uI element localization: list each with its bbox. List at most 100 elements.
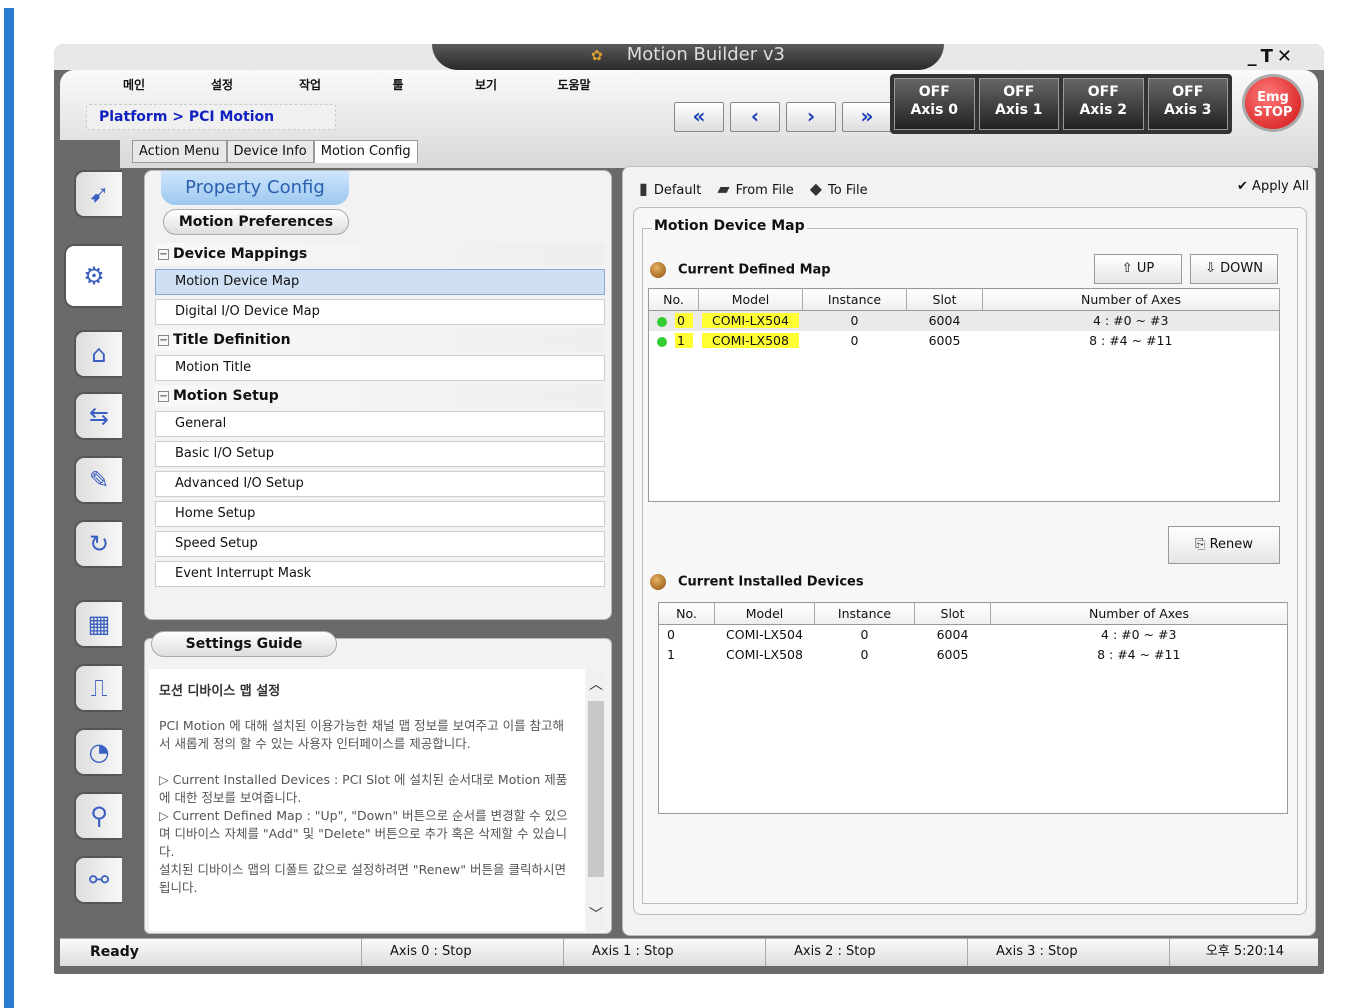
item-digital-io-device-map[interactable]: Digital I/O Device Map (155, 299, 605, 325)
network-tool-icon[interactable]: ⚯ (74, 856, 122, 904)
scroll-up-icon[interactable]: ︿ (587, 675, 605, 695)
column-header[interactable]: Instance (814, 602, 915, 626)
axis-1-button[interactable]: OFF Axis 1 (978, 78, 1059, 130)
tab-motion-config[interactable]: Motion Config (313, 140, 418, 163)
column-header[interactable]: Model (714, 602, 815, 626)
column-header[interactable]: No. (648, 288, 699, 312)
status-ready: Ready (60, 939, 362, 966)
menu-view[interactable]: 보기 (442, 76, 530, 93)
tab-device-info[interactable]: Device Info (226, 140, 314, 163)
item-basic-io-setup[interactable]: Basic I/O Setup (155, 441, 605, 467)
folder-icon: ▰ (717, 179, 730, 198)
group-device-mappings[interactable]: − Device Mappings (155, 243, 605, 265)
next-button[interactable]: › (786, 102, 836, 132)
disk-icon: ◆ (809, 179, 823, 198)
column-header[interactable]: Instance (802, 288, 907, 312)
axis-2-button[interactable]: OFF Axis 2 (1063, 78, 1144, 130)
device-map-title: Motion Device Map (652, 218, 807, 234)
guide-scrollbar[interactable]: ︿ ﹀ (587, 671, 605, 929)
axis-0-button[interactable]: OFF Axis 0 (894, 78, 975, 130)
window-controls[interactable]: _T✕ (1248, 46, 1296, 67)
app-logo-icon: ✿ (591, 48, 603, 64)
column-header[interactable]: No. (658, 602, 715, 626)
emergency-stop-button[interactable]: Emg STOP (1242, 74, 1304, 132)
panel-toolbar: ▮ Default ▰ From File ◆ To File (639, 179, 868, 198)
item-advanced-io-setup[interactable]: Advanced I/O Setup (155, 471, 605, 497)
apply-all-button[interactable]: ✔ Apply All (1237, 179, 1309, 194)
search-tool-icon[interactable]: ⚲ (74, 792, 122, 840)
property-tree: − Device Mappings Motion Device Map Digit… (155, 243, 605, 591)
pulse-tool-icon[interactable]: ⎍ (74, 664, 122, 712)
defined-map-table: No. Model Instance Slot Number of Axes 0… (648, 288, 1280, 502)
item-motion-title[interactable]: Motion Title (155, 355, 605, 381)
property-panel: Property Config Motion Preferences − Devi… (144, 170, 612, 620)
item-general[interactable]: General (155, 411, 605, 437)
menu-tools[interactable]: 툴 (354, 76, 442, 93)
cursor-tool-icon[interactable]: ➹ (74, 170, 122, 218)
status-clock: 오후 5:20:14 (1205, 944, 1284, 959)
home-tool-icon[interactable]: ⌂ (74, 330, 122, 378)
collapse-icon[interactable]: − (158, 248, 169, 260)
item-motion-device-map[interactable]: Motion Device Map (155, 269, 605, 295)
device-map-panel: ▮ Default ▰ From File ◆ To File ✔ Apply All… (622, 166, 1316, 936)
axis-3-button[interactable]: OFF Axis 3 (1147, 78, 1228, 130)
edit-tool-icon[interactable]: ✎ (74, 456, 122, 504)
axis-status-panel: OFF Axis 0 OFF Axis 1 OFF Axis 2 OFF Axis 3 (890, 74, 1232, 134)
column-header[interactable]: Number of Axes (990, 602, 1288, 626)
rotate-tool-icon[interactable]: ↻ (74, 520, 122, 568)
bullet-icon (650, 574, 666, 590)
speed-tool-icon[interactable]: ◔ (74, 728, 122, 776)
collapse-icon[interactable]: − (158, 334, 169, 346)
column-header[interactable]: Number of Axes (982, 288, 1280, 312)
collapse-icon[interactable]: − (158, 390, 169, 402)
title-bar: ✿ Motion Builder v3 (432, 44, 944, 70)
status-dot-icon (657, 336, 667, 347)
column-header[interactable]: Slot (914, 602, 991, 626)
column-header[interactable]: Slot (906, 288, 983, 312)
from-file-button[interactable]: ▰ From File (717, 179, 793, 198)
menu-help[interactable]: 도움말 (530, 76, 618, 93)
scroll-down-icon[interactable]: ﹀ (587, 905, 605, 925)
tab-action-menu[interactable]: Action Menu (132, 140, 227, 163)
scroll-thumb[interactable] (588, 701, 604, 877)
prev-button[interactable]: ‹ (730, 102, 780, 132)
installed-devices-table: No. Model Instance Slot Number of Axes 0… (658, 602, 1288, 814)
guide-paragraph: 설치된 디바이스 맵의 디폴트 값으로 설정하려면 "Renew" 버튼을 클릭… (159, 862, 566, 895)
menu-settings[interactable]: 설정 (178, 76, 266, 93)
menu-work[interactable]: 작업 (266, 76, 354, 93)
settings-guide-title: Settings Guide (151, 631, 337, 657)
table-row[interactable]: 0 COMI-LX504 0 6004 4 : #0 ~ #3 (659, 625, 1288, 645)
status-axis-3: Axis 3 : Stop (968, 939, 1170, 966)
book-icon: ▮ (639, 179, 648, 198)
guide-paragraph: PCI Motion 에 대해 설치된 이용가능한 채널 맵 정보를 보여주고 … (159, 718, 565, 751)
down-button[interactable]: ⇩ DOWN (1190, 254, 1278, 284)
desktop-edge (4, 8, 14, 1008)
table-row[interactable]: 0 COMI-LX504 0 6004 4 : #0 ~ #3 (648, 310, 1280, 331)
table-row[interactable]: 1 COMI-LX508 0 6005 8 : #4 ~ #11 (659, 645, 1288, 665)
item-speed-setup[interactable]: Speed Setup (155, 531, 605, 557)
jog-tool-icon[interactable]: ⇆ (74, 392, 122, 440)
renew-icon: ⎘ (1195, 537, 1206, 552)
property-config-header: Property Config (161, 171, 349, 205)
table-row[interactable]: 1 COMI-LX508 0 6005 8 : #4 ~ #11 (649, 331, 1280, 351)
nav-buttons: « ‹ › » (674, 102, 892, 132)
column-header[interactable]: Model (698, 288, 803, 312)
to-file-button[interactable]: ◆ To File (810, 179, 868, 198)
first-button[interactable]: « (674, 102, 724, 132)
wrench-icon: ✔ (1237, 179, 1248, 194)
window-title: Motion Builder v3 (626, 44, 785, 65)
item-home-setup[interactable]: Home Setup (155, 501, 605, 527)
config-tool-icon[interactable]: ⚙ (64, 244, 122, 308)
default-button[interactable]: ▮ Default (639, 179, 701, 198)
menu-bar: 메인 설정 작업 툴 보기 도움말 (90, 76, 618, 93)
io-tool-icon[interactable]: ▦ (74, 600, 122, 648)
status-axis-2: Axis 2 : Stop (766, 939, 968, 966)
up-button[interactable]: ⇧ UP (1094, 254, 1182, 284)
group-title-definition[interactable]: − Title Definition (155, 329, 605, 351)
group-motion-setup[interactable]: − Motion Setup (155, 385, 605, 407)
bullet-icon (650, 262, 666, 278)
menu-main[interactable]: 메인 (90, 76, 178, 93)
item-event-interrupt-mask[interactable]: Event Interrupt Mask (155, 561, 605, 587)
renew-button[interactable]: ⎘ Renew (1168, 526, 1280, 564)
last-button[interactable]: » (842, 102, 892, 132)
